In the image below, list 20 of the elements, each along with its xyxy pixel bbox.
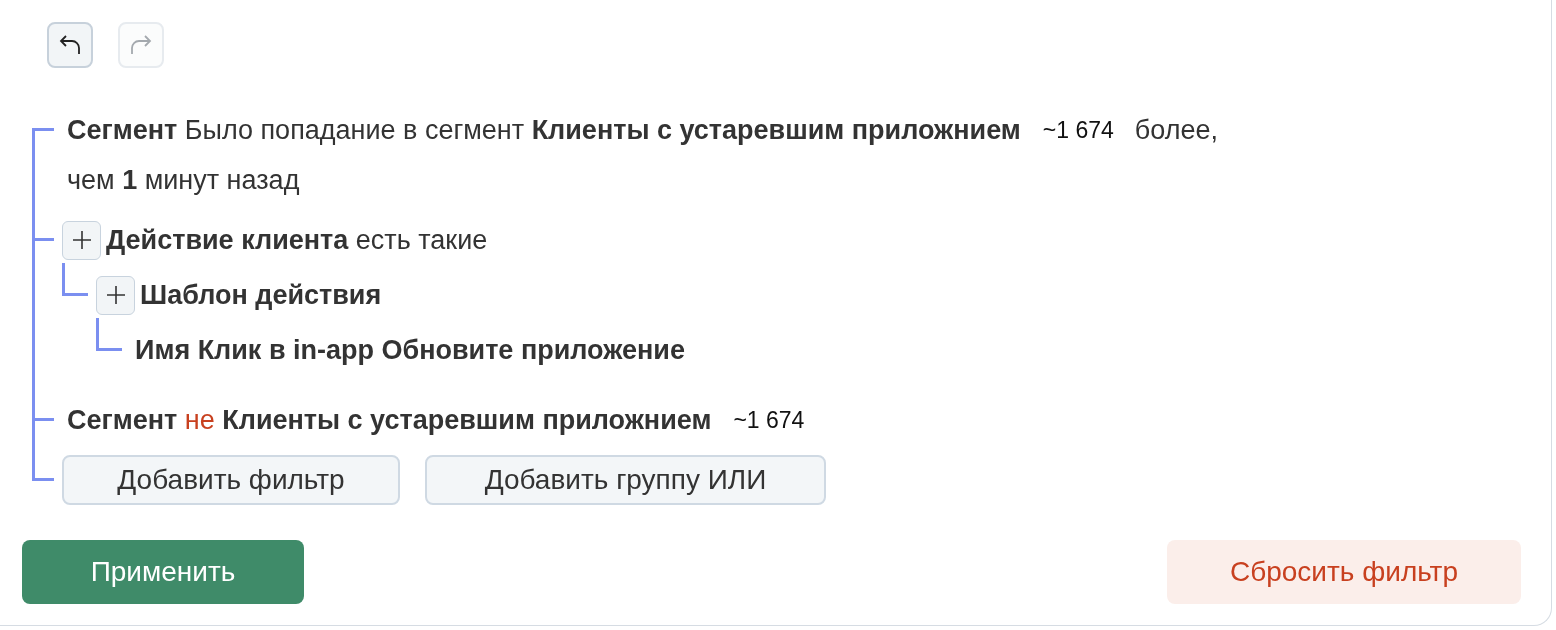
- reset-filter-button[interactable]: Сбросить фильтр: [1167, 540, 1521, 604]
- add-button[interactable]: [62, 220, 101, 260]
- plus-icon: [105, 285, 126, 305]
- filter-condition: Имя Клик в in-app Обновите приложение: [134, 334, 685, 366]
- undo-icon: [58, 34, 82, 56]
- add-button[interactable]: [96, 275, 135, 315]
- filter-condition: Сегмент Было попадание в сегмент Клиенты с устаревшим приложнием: [66, 114, 1021, 146]
- filter-condition: Сегмент не Клиенты с устаревшим приложнием: [66, 404, 712, 436]
- filter-condition: более,: [1133, 114, 1218, 146]
- plus-icon: [71, 230, 92, 250]
- add-filter-button[interactable]: Добавить фильтр: [62, 455, 400, 505]
- filter-condition: Действие клиента есть такие: [105, 224, 488, 256]
- audience-count: ~1 674: [1042, 116, 1114, 144]
- redo-icon: [129, 34, 153, 56]
- filter-condition: Шаблон действия: [139, 279, 382, 311]
- undo-button[interactable]: [47, 22, 93, 68]
- apply-button[interactable]: Применить: [22, 540, 304, 604]
- audience-count: ~1 674: [733, 406, 805, 434]
- filter-condition: чем 1 минут назад: [66, 164, 300, 196]
- add-filter-button[interactable]: Добавить группу ИЛИ: [425, 455, 826, 505]
